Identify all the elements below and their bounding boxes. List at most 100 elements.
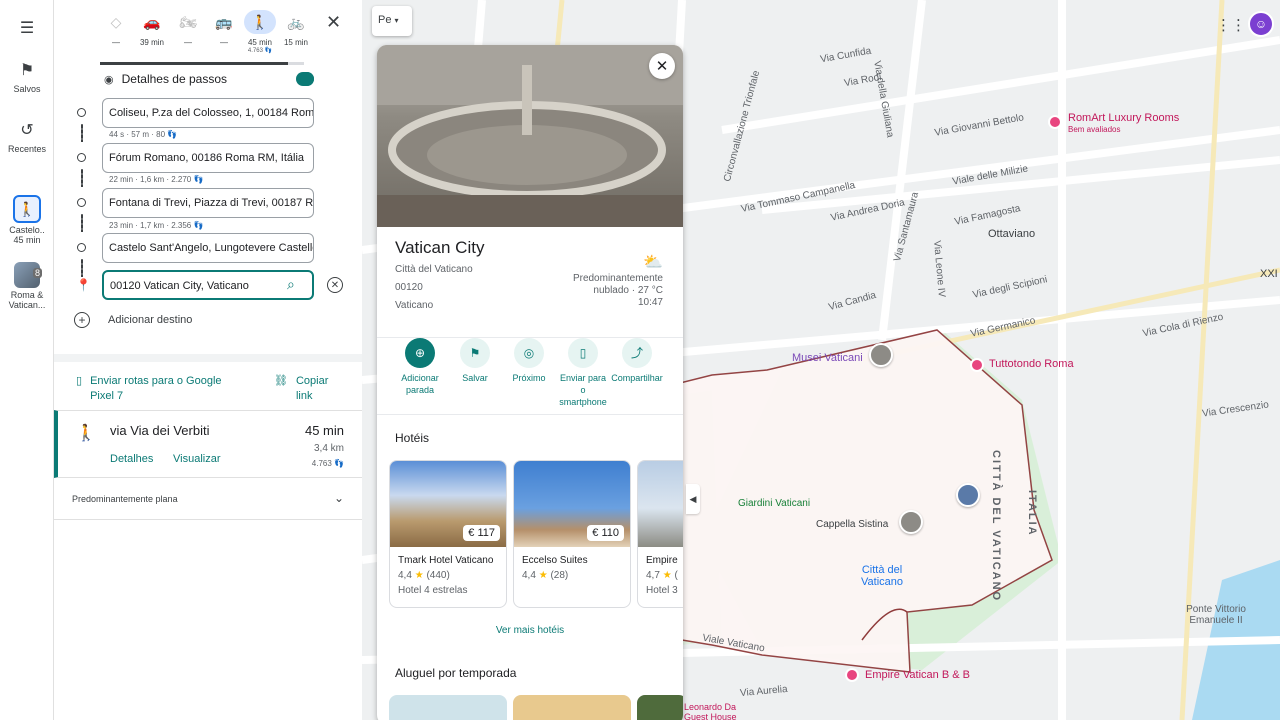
map-label-giardini: Giardini Vaticani — [738, 498, 811, 509]
route-details-link[interactable]: Detalhes — [110, 453, 153, 465]
copy-link-button[interactable]: ⛓ Copiar link — [274, 374, 328, 404]
basilica-photo-pin[interactable] — [956, 483, 980, 507]
hotel-photo: € 117 — [390, 461, 506, 547]
saved-button[interactable]: ⚑ Salvos — [0, 58, 54, 94]
nearby-button[interactable]: ◎ Próximo — [500, 338, 558, 384]
cappella-photo-pin[interactable] — [899, 510, 923, 534]
save-button[interactable]: ⚑ Salvar — [446, 338, 504, 384]
share-label: Compartilhar — [611, 373, 663, 383]
directions-panel: ◇ — 🚗 39 min 🏍 — 🚌 — 🚶 45 min 4.763 👣 🚲 … — [54, 0, 362, 720]
hotel-card[interactable]: € 117 Tmark Hotel Vaticano 4,4 ★ (440) H… — [389, 460, 507, 608]
mode-walking-steps: 4.763 👣 — [247, 48, 273, 54]
send-line2: Pixel 7 — [90, 390, 124, 402]
stop-field-1[interactable]: Coliseu, P.za del Colosseo, 1, 00184 Rom… — [102, 98, 314, 128]
share-button[interactable]: ⤴ Compartilhar — [608, 338, 666, 384]
stop-field-3[interactable]: Fontana di Trevi, Piazza di Trevi, 00187… — [102, 188, 314, 218]
mode-best[interactable]: ◇ — — [98, 10, 134, 54]
bicycle-icon: 🚲 — [287, 13, 305, 30]
bookmark-icon: ⚑ — [460, 338, 490, 368]
place-actions: ⊕ Adicionar parada ⚑ Salvar ◎ Próximo ▯ … — [377, 337, 683, 415]
travel-modes: ◇ — 🚗 39 min 🏍 — 🚌 — 🚶 45 min 4.763 👣 🚲 … — [98, 10, 314, 54]
close-card-icon[interactable]: ✕ — [649, 53, 675, 79]
hotel-card[interactable]: Empire 4,7 ★ ( Hotel 3 — [637, 460, 683, 608]
walking-icon: 🚶 — [13, 195, 41, 223]
rental-photo[interactable] — [389, 695, 507, 720]
hotel-name: Eccelso Suites — [522, 555, 588, 566]
menu-button[interactable]: ☰ — [0, 16, 54, 40]
stop-connector — [81, 124, 83, 142]
map-label-musei-vaticani: Musei Vaticani — [792, 352, 863, 364]
stop-meta-2: 22 min · 1,6 km · 2.270 👣 — [109, 175, 204, 184]
step-details-row: ◉ Detalhes de passos — [104, 72, 227, 86]
chevron-left-icon: ◀ — [689, 493, 697, 504]
place-country: Vaticano — [395, 300, 434, 311]
send-to-phone-text: Enviar rotas para o Google Pixel 7 — [90, 374, 221, 404]
left-rail: ☰ ⚑ Salvos ↺ Recentes 🚶 Castelo.. 45 min… — [0, 0, 54, 720]
route-steps: 4.763 👣 — [311, 459, 344, 468]
star-icon: ★ — [538, 570, 548, 581]
trip2-line2: Vatican... — [8, 300, 46, 310]
saved-label: Salvos — [13, 84, 41, 94]
map-type-button[interactable]: Pe ▾ — [372, 6, 412, 36]
trip-count-badge: 8 — [32, 268, 42, 278]
close-directions-icon[interactable]: ✕ — [326, 12, 341, 33]
route-visualize-link[interactable]: Visualizar — [173, 453, 221, 465]
mode-transit[interactable]: 🚌 — — [206, 10, 242, 54]
hotel-pin-empire[interactable] — [845, 668, 859, 682]
route-option[interactable]: 🚶 via Via dei Verbiti 45 min 3,4 km 4.76… — [54, 410, 362, 478]
menu-icon: ☰ — [19, 20, 35, 37]
mode-cycling[interactable]: 🚲 15 min — [278, 10, 314, 54]
search-icon[interactable]: ⌕ — [287, 276, 295, 293]
hotel-rating-value: 4,4 — [398, 570, 412, 581]
add-destination-button[interactable]: + Adicionar destino — [74, 312, 192, 328]
star-icon: ★ — [414, 570, 424, 581]
more-hotels-link[interactable]: Ver mais hotéis — [377, 625, 683, 636]
add-stop-button[interactable]: ⊕ Adicionar parada — [391, 338, 449, 396]
recent-button[interactable]: ↺ Recentes — [0, 118, 54, 154]
send-to-phone-link[interactable]: ▯ Enviar rotas para o Google Pixel 7 — [76, 374, 222, 404]
terrain-row[interactable]: Predominantemente plana ⌄ — [54, 478, 362, 520]
rental-photo[interactable] — [637, 695, 683, 720]
hotel-review-count: ( — [674, 570, 678, 581]
send-to-phone-button[interactable]: ▯ Enviar para o smartphone — [554, 338, 612, 408]
collapse-panel-button[interactable]: ◀ — [686, 484, 700, 514]
rental-photo[interactable] — [513, 695, 631, 720]
hotel-rating-value: 4,7 — [646, 570, 660, 581]
recent-trip-roma[interactable]: 8 Roma & Vatican... — [0, 262, 54, 310]
hotel-name: Empire — [646, 555, 678, 566]
stop-meta-1: 44 s · 57 m · 80 👣 — [109, 130, 178, 139]
place-pin-tuttotondo[interactable] — [970, 358, 984, 372]
weather-info: ⛅ Predominantemente nublado · 27 °C 10:4… — [573, 255, 663, 309]
account-avatar[interactable]: ☺ — [1248, 11, 1274, 37]
mode-car[interactable]: 🚗 39 min — [134, 10, 170, 54]
section-divider — [54, 354, 362, 362]
hotel-photo: € 110 — [514, 461, 630, 547]
musei-photo-pin[interactable] — [869, 343, 893, 367]
mode-walking[interactable]: 🚶 45 min 4.763 👣 — [242, 10, 278, 54]
eye-icon: ◉ — [104, 73, 114, 86]
step-details-toggle[interactable] — [296, 72, 314, 86]
place-postcode: 00120 — [395, 282, 423, 293]
mode-motorcycle[interactable]: 🏍 — — [170, 10, 206, 54]
route-progress-fill — [100, 62, 288, 65]
hotels-title: Hotéis — [395, 431, 430, 445]
walking-icon: 🚶 — [76, 425, 96, 442]
stop-field-2[interactable]: Fórum Romano, 00186 Roma RM, Itália — [102, 143, 314, 173]
stop-field-4[interactable]: Castelo Sant'Angelo, Lungotevere Castell… — [102, 233, 314, 263]
place-photo[interactable]: ✕ — [377, 45, 683, 227]
route-via: via Via dei Verbiti — [110, 423, 210, 438]
step-details-label: Detalhes de passos — [121, 72, 228, 86]
mode-transit-time: — — [220, 38, 228, 47]
remove-stop-icon[interactable]: ✕ — [327, 277, 343, 293]
nearby-icon: ◎ — [514, 338, 544, 368]
stop-connector — [81, 169, 83, 187]
st-peters-square-illustration — [377, 45, 683, 227]
map-label-leonardo: Leonardo Da Guest House — [684, 702, 737, 720]
hotel-card[interactable]: € 110 Eccelso Suites 4,4 ★ (28) — [513, 460, 631, 608]
send-to-phone-label: Enviar para o smartphone — [559, 373, 607, 407]
hotel-price: € 110 — [587, 525, 624, 541]
stop-field-destination[interactable]: 00120 Vatican City, Vaticano — [102, 270, 314, 300]
directions-icon: ◇ — [110, 13, 122, 30]
hotel-pin-romart[interactable] — [1048, 115, 1062, 129]
recent-trip-castelo[interactable]: 🚶 Castelo.. 45 min — [0, 195, 54, 245]
